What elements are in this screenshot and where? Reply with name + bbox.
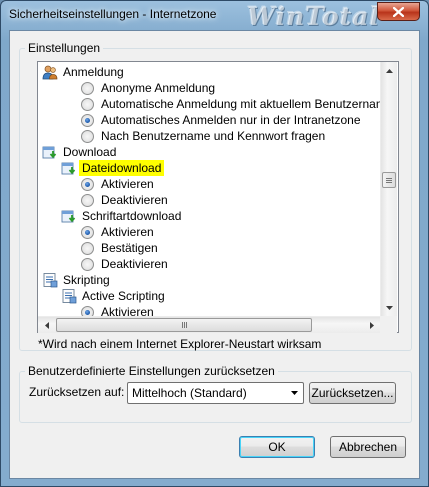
tree-item-label: Active Scripting	[82, 289, 165, 303]
tree-item-label: Deaktivieren	[101, 193, 168, 207]
ok-button[interactable]: OK	[239, 436, 315, 458]
window-title: Sicherheitseinstellungen - Internetzone	[9, 7, 217, 21]
arrow-left-icon	[44, 322, 49, 329]
script-icon	[42, 272, 58, 288]
chevron-down-icon	[286, 383, 303, 403]
download-icon	[42, 144, 58, 160]
vertical-scroll-thumb[interactable]	[382, 172, 396, 188]
tree-item-label: Nach Benutzername und Kennwort fragen	[101, 129, 326, 143]
scroll-down-button[interactable]	[381, 299, 398, 316]
script-icon	[61, 288, 77, 304]
reset-level-value: Mittelhoch (Standard)	[132, 386, 247, 400]
download-icon	[61, 160, 77, 176]
reset-group-label: Benutzerdefinierte Einstellungen zurücks…	[25, 364, 278, 378]
radio-button[interactable]	[81, 97, 94, 111]
tree-category-category[interactable]: Anmeldung	[42, 64, 124, 80]
setting-option[interactable]: Anonyme Anmeldung	[81, 80, 215, 96]
dialog-window: Sicherheitseinstellungen - Internetzone …	[0, 0, 429, 487]
horizontal-scroll-thumb[interactable]	[56, 318, 312, 332]
restart-note: *Wird nach einem Internet Explorer-Neust…	[38, 337, 322, 351]
tree-item-label: Anmeldung	[63, 65, 124, 79]
settings-group-label: Einstellungen	[25, 41, 104, 55]
tree-item-label: Anonyme Anmeldung	[101, 81, 216, 95]
setting-option[interactable]: Nach Benutzername und Kennwort fragen	[81, 128, 325, 144]
tree-category-subcategory[interactable]: Active Scripting	[61, 288, 165, 304]
radio-button[interactable]	[81, 305, 94, 316]
radio-button[interactable]	[81, 225, 94, 239]
radio-button[interactable]	[81, 257, 94, 271]
tree-category-category[interactable]: Skripting	[42, 272, 110, 288]
setting-option[interactable]: Deaktivieren	[81, 256, 168, 272]
setting-option[interactable]: Automatische Anmeldung mit aktuellem Ben…	[81, 96, 380, 112]
close-icon	[393, 6, 404, 17]
wintotal-watermark: WinTotal	[247, 2, 380, 31]
download-icon	[61, 208, 77, 224]
radio-button[interactable]	[81, 129, 94, 143]
cancel-button[interactable]: Abbrechen	[330, 436, 406, 458]
reset-to-label: Zurücksetzen auf:	[29, 385, 125, 399]
users-icon	[42, 64, 58, 80]
tree-item-label: Download	[63, 145, 117, 159]
arrow-right-icon	[369, 322, 374, 329]
setting-option[interactable]: Bestätigen	[81, 240, 158, 256]
tree-item-label: Aktivieren	[101, 305, 154, 316]
tree-item-label: Schriftartdownload	[82, 209, 182, 223]
setting-option[interactable]: Deaktivieren	[81, 192, 168, 208]
scroll-up-button[interactable]	[381, 62, 398, 79]
settings-tree-content: Anmeldung Anonyme Anmeldung Automatische A…	[38, 62, 380, 316]
radio-button[interactable]	[81, 113, 94, 127]
reset-level-select[interactable]: Mittelhoch (Standard)	[127, 382, 304, 404]
setting-option[interactable]: Aktivieren	[81, 224, 154, 240]
tree-item-label: Aktivieren	[101, 225, 154, 239]
tree-vertical-scrollbar[interactable]	[380, 62, 397, 316]
tree-item-label: Dateidownload	[79, 160, 165, 176]
tree-horizontal-scrollbar[interactable]	[38, 316, 380, 333]
radio-button[interactable]	[81, 177, 94, 191]
radio-button[interactable]	[81, 81, 94, 95]
tree-item-label: Bestätigen	[101, 241, 158, 255]
arrow-down-icon	[386, 305, 393, 310]
scroll-left-button[interactable]	[38, 317, 55, 334]
tree-item-label: Deaktivieren	[101, 257, 168, 271]
arrow-up-icon	[386, 68, 393, 73]
reset-button[interactable]: Zurücksetzen...	[309, 382, 396, 404]
close-button[interactable]	[377, 2, 420, 21]
setting-option[interactable]: Automatisches Anmelden nur in der Intran…	[81, 112, 361, 128]
dialog-client: Einstellungen Anmeldung Anonyme Anmeldung…	[9, 30, 420, 479]
settings-tree[interactable]: Anmeldung Anonyme Anmeldung Automatische A…	[37, 61, 399, 333]
scroll-right-button[interactable]	[363, 317, 380, 334]
setting-option[interactable]: Aktivieren	[81, 176, 154, 192]
tree-category-subcategory[interactable]: Dateidownload	[61, 160, 165, 176]
tree-item-label: Skripting	[63, 273, 110, 287]
tree-item-label: Automatische Anmeldung mit aktuellem Ben…	[101, 97, 380, 111]
tree-item-label: Aktivieren	[101, 177, 154, 191]
scrollbar-corner	[380, 316, 397, 333]
radio-button[interactable]	[81, 241, 94, 255]
tree-category-category[interactable]: Download	[42, 144, 116, 160]
setting-option[interactable]: Aktivieren	[81, 304, 154, 316]
radio-button[interactable]	[81, 193, 94, 207]
tree-item-label: Automatisches Anmelden nur in der Intran…	[101, 113, 361, 127]
tree-category-subcategory[interactable]: Schriftartdownload	[61, 208, 181, 224]
